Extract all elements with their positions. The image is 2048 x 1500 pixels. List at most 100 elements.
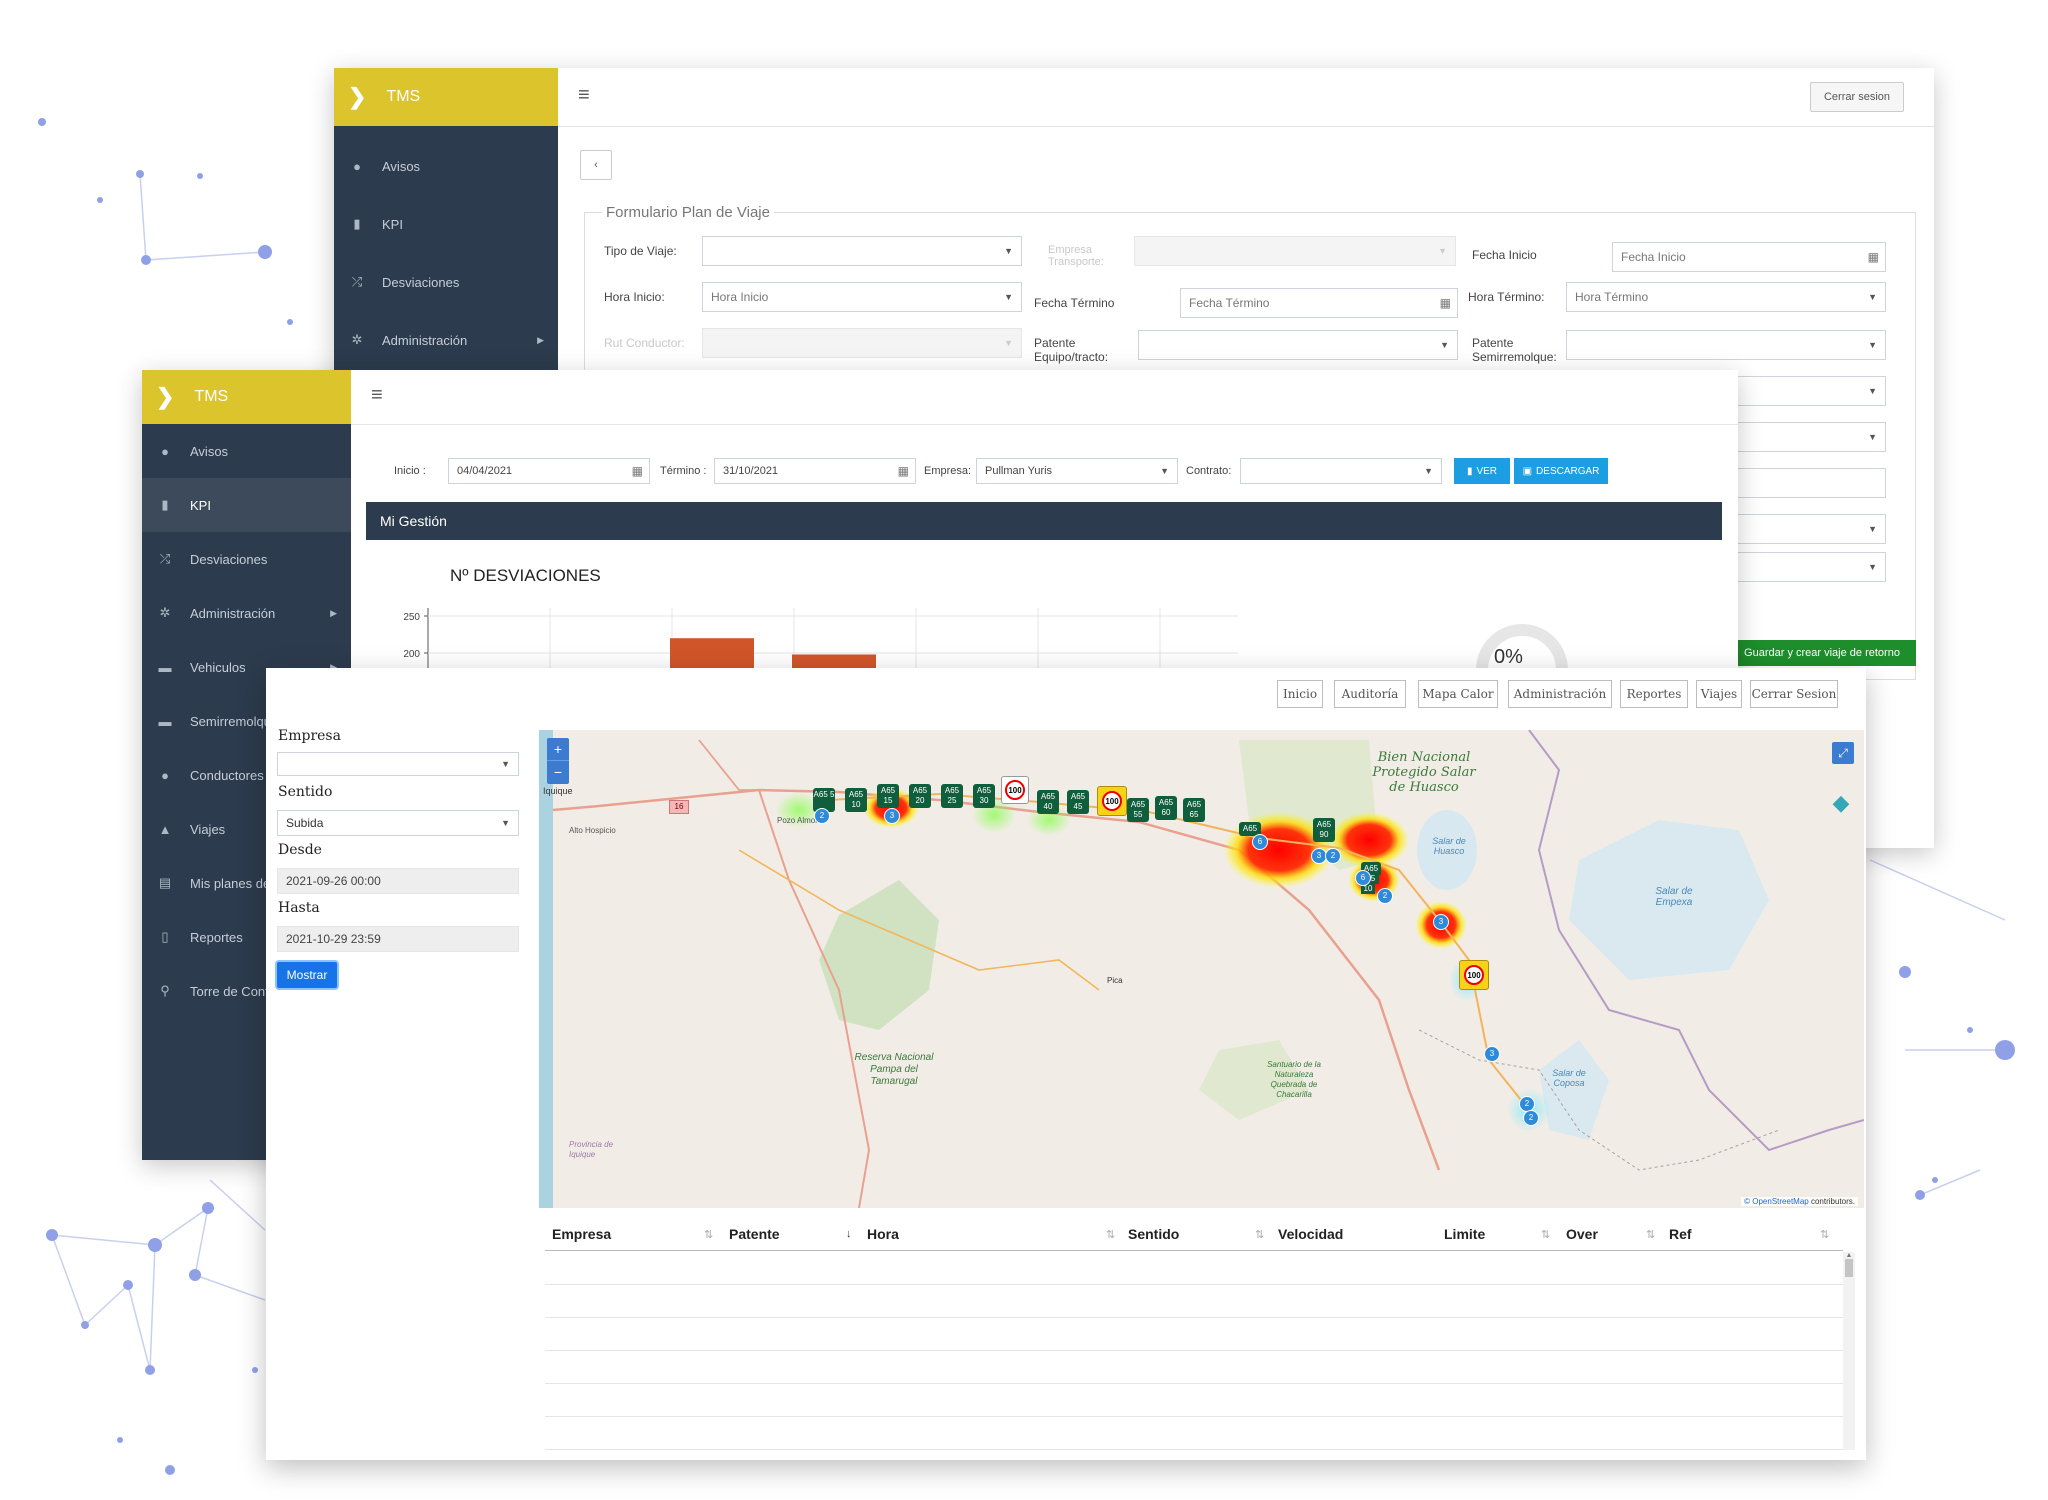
- logout-button[interactable]: Cerrar sesion: [1810, 82, 1904, 112]
- sort-icon[interactable]: ⇅: [1646, 1228, 1655, 1241]
- empresa-select[interactable]: Pullman Yuris ▼: [976, 458, 1178, 484]
- hora-inicio-select[interactable]: Hora Inicio ▼: [702, 282, 1022, 312]
- cluster-marker[interactable]: 2: [1325, 848, 1341, 864]
- map-marker[interactable]: A65 25: [941, 784, 963, 808]
- nav-administracion[interactable]: Administración: [1508, 680, 1612, 708]
- map-marker[interactable]: A65 10: [845, 788, 867, 812]
- empresa-select[interactable]: ▼: [277, 752, 519, 776]
- sort-down-icon[interactable]: ↓: [846, 1228, 852, 1240]
- nav-auditoria[interactable]: Auditoría: [1334, 680, 1406, 708]
- desde-input[interactable]: 2021-09-26 00:00: [277, 868, 519, 894]
- cluster-marker[interactable]: 6: [1252, 834, 1268, 850]
- sort-icon[interactable]: ⇅: [1820, 1228, 1829, 1241]
- place-label: Reserva Nacional Pampa del Tamarugal: [854, 1052, 934, 1087]
- map-marker[interactable]: A65 45: [1067, 790, 1089, 814]
- cluster-marker[interactable]: 3: [1484, 1046, 1500, 1062]
- save-return-trip-button[interactable]: Guardar y crear viaje de retorno: [1728, 640, 1916, 666]
- cluster-marker[interactable]: 6: [1355, 870, 1371, 886]
- sidebar-item-desviaciones[interactable]: ⤮ Desviaciones: [334, 254, 558, 310]
- map-marker[interactable]: A65 65: [1183, 798, 1205, 822]
- hora-inicio-label: Hora Inicio:: [604, 290, 665, 304]
- cluster-marker[interactable]: 2: [1377, 888, 1393, 904]
- nav-cerrar-sesion[interactable]: Cerrar Sesion: [1750, 680, 1838, 708]
- scroll-up-icon[interactable]: ▲: [1843, 1252, 1855, 1259]
- sort-icon[interactable]: ⇅: [1255, 1228, 1264, 1241]
- nav-reportes[interactable]: Reportes: [1620, 680, 1688, 708]
- sidebar-item-avisos[interactable]: ● Avisos: [334, 138, 558, 194]
- column-header-sentido[interactable]: Sentido: [1128, 1226, 1179, 1242]
- sort-icon[interactable]: ⇅: [1541, 1228, 1550, 1241]
- tipo-viaje-select[interactable]: ▼: [702, 236, 1022, 266]
- layers-icon[interactable]: ◆: [1828, 790, 1854, 816]
- sidebar-item-desviaciones[interactable]: ⤮ Desviaciones: [142, 532, 351, 586]
- sidebar-item-kpi[interactable]: ▮ KPI: [142, 478, 351, 532]
- map-marker[interactable]: A65 90: [1313, 818, 1335, 842]
- column-header-ref[interactable]: Ref: [1669, 1226, 1692, 1242]
- table-body[interactable]: [545, 1252, 1843, 1450]
- truck-icon: ▬: [158, 713, 172, 729]
- zoom-out-button[interactable]: −: [547, 761, 569, 783]
- map-marker[interactable]: A65 40: [1037, 790, 1059, 814]
- cluster-marker[interactable]: 3: [884, 808, 900, 824]
- brand-name: TMS: [386, 88, 421, 105]
- scroll-thumb[interactable]: [1845, 1259, 1853, 1277]
- column-header-over[interactable]: Over: [1566, 1226, 1598, 1242]
- tipo-viaje-label: Tipo de Viaje:: [604, 244, 677, 258]
- patente-equipo-select[interactable]: ▼: [1138, 330, 1458, 360]
- table-scrollbar[interactable]: ▲: [1843, 1252, 1855, 1450]
- sort-icon[interactable]: ⇅: [1106, 1228, 1115, 1241]
- caret-down-icon: ▼: [501, 759, 510, 769]
- column-header-empresa[interactable]: Empresa: [552, 1226, 611, 1242]
- sidebar-item-avisos[interactable]: ● Avisos: [142, 424, 351, 478]
- column-header-limite[interactable]: Limite: [1444, 1226, 1485, 1242]
- patente-semi-select[interactable]: ▼: [1566, 330, 1886, 360]
- zoom-in-button[interactable]: +: [547, 738, 569, 761]
- ver-button[interactable]: ▮ VER: [1454, 458, 1510, 484]
- caret-down-icon: ▼: [1004, 338, 1013, 348]
- termino-date-input[interactable]: 31/10/2021 ▦: [714, 458, 916, 484]
- column-header-velocidad[interactable]: Velocidad: [1278, 1226, 1343, 1242]
- speed-limit-sign: 100: [1001, 776, 1029, 804]
- rut-conductor-select[interactable]: ▼: [702, 328, 1022, 358]
- contrato-select[interactable]: ▼: [1240, 458, 1442, 484]
- nav-viajes[interactable]: Viajes: [1696, 680, 1742, 708]
- map-marker[interactable]: A65 20: [909, 784, 931, 808]
- place-label: Iquique: [543, 786, 573, 796]
- hamburger-icon[interactable]: ≡: [578, 84, 590, 107]
- place-label: Salar de Coposa: [1552, 1068, 1586, 1088]
- map-marker[interactable]: A65 60: [1155, 796, 1177, 820]
- sort-icon[interactable]: ⇅: [704, 1228, 713, 1241]
- sentido-label: Sentido: [278, 784, 333, 800]
- descargar-button[interactable]: ▣ DESCARGAR: [1514, 458, 1608, 484]
- sidebar-item-kpi[interactable]: ▮ KPI: [334, 196, 558, 252]
- hora-termino-select[interactable]: Hora Término ▼: [1566, 282, 1886, 312]
- sidebar-item-administracion[interactable]: ✲ Administración ▶: [334, 312, 558, 368]
- sentido-select[interactable]: Subida ▼: [277, 810, 519, 836]
- map-marker[interactable]: A65 30: [973, 784, 995, 808]
- osm-link[interactable]: © OpenStreetMap: [1744, 1197, 1809, 1206]
- heat-map[interactable]: Iquique Alto Hospicio Pozo Almonte Pica …: [539, 730, 1864, 1208]
- mostrar-button[interactable]: Mostrar: [277, 962, 337, 988]
- inicio-date-input[interactable]: 04/04/2021 ▦: [448, 458, 650, 484]
- cluster-marker[interactable]: 3: [1433, 914, 1449, 930]
- empresa-label: Empresa:: [924, 465, 972, 477]
- park-area: [819, 880, 939, 1030]
- empresa-transporte-select[interactable]: ▼: [1134, 236, 1456, 266]
- brand-bar: ❯ TMS: [142, 370, 351, 424]
- fecha-termino-input[interactable]: Fecha Término ▦: [1180, 288, 1458, 318]
- map-marker[interactable]: A65 55: [1127, 798, 1149, 822]
- sidebar-item-administracion[interactable]: ✲ Administración ▶: [142, 586, 351, 640]
- fullscreen-icon[interactable]: ⤢: [1832, 742, 1854, 764]
- hamburger-icon[interactable]: ≡: [371, 384, 383, 407]
- cluster-marker[interactable]: 2: [1523, 1110, 1539, 1126]
- fecha-inicio-input[interactable]: Fecha Inicio ▦: [1612, 242, 1886, 272]
- back-button[interactable]: ‹: [580, 150, 612, 180]
- nav-mapa-calor[interactable]: Mapa Calor: [1418, 680, 1498, 708]
- brand-name: TMS: [194, 388, 229, 405]
- nav-inicio[interactable]: Inicio: [1277, 680, 1323, 708]
- column-header-hora[interactable]: Hora: [867, 1226, 899, 1242]
- column-header-patente[interactable]: Patente: [729, 1226, 780, 1242]
- hasta-input[interactable]: 2021-10-29 23:59: [277, 926, 519, 952]
- cluster-marker[interactable]: 2: [814, 808, 830, 824]
- map-marker[interactable]: A65 15: [877, 784, 899, 808]
